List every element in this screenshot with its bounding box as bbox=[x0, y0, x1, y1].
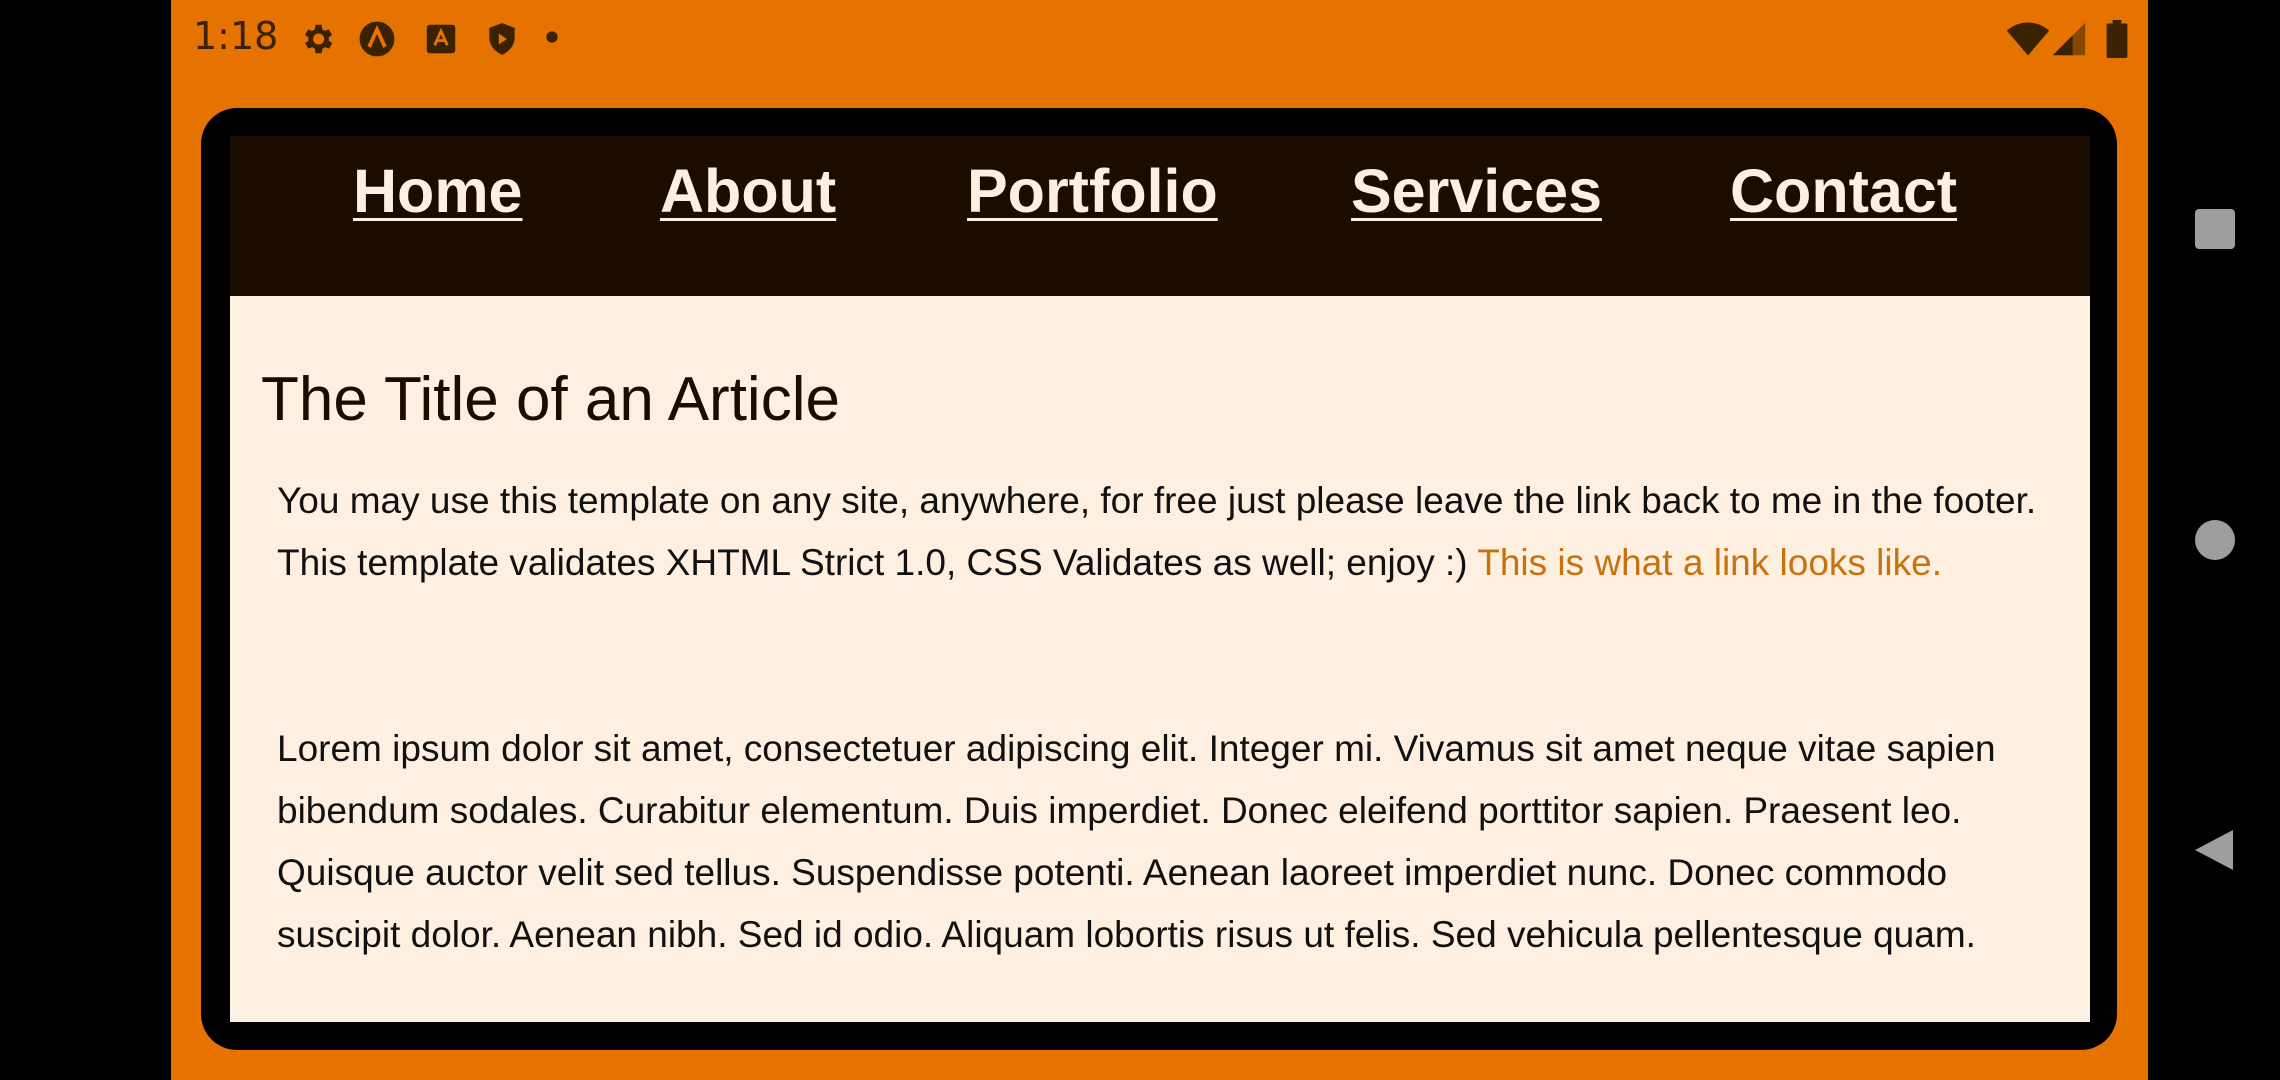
screen: 1:18 Home About Portfolio Services Conta… bbox=[0, 0, 2280, 1080]
status-bar: 1:18 bbox=[171, 0, 2148, 76]
gear-icon bbox=[304, 24, 333, 54]
nav-link-about[interactable]: About bbox=[660, 156, 836, 226]
store-icon bbox=[426, 24, 456, 54]
nav-link-home[interactable]: Home bbox=[353, 156, 522, 226]
app-a-icon bbox=[359, 21, 395, 57]
battery-icon bbox=[2106, 20, 2128, 58]
top-navigation: Home About Portfolio Services Contact bbox=[230, 136, 2090, 296]
article-title: The Title of an Article bbox=[261, 365, 840, 434]
nav-link-portfolio[interactable]: Portfolio bbox=[967, 156, 1218, 226]
recents-icon[interactable] bbox=[2193, 207, 2237, 251]
example-link[interactable]: This is what a link looks like. bbox=[1477, 542, 1942, 583]
shield-play-icon bbox=[489, 23, 515, 55]
article-paragraph-intro: You may use this template on any site, a… bbox=[277, 470, 2067, 594]
article-paragraph-lorem: Lorem ipsum dolor sit amet, consectetuer… bbox=[277, 728, 1996, 955]
dot-icon bbox=[546, 31, 558, 43]
nav-link-services[interactable]: Services bbox=[1351, 156, 1602, 226]
status-time: 1:18 bbox=[193, 14, 279, 58]
signal-icon bbox=[2052, 22, 2086, 56]
app-area: 1:18 Home About Portfolio Services Conta… bbox=[171, 0, 2148, 1080]
browser-frame: Home About Portfolio Services Contact Th… bbox=[201, 108, 2117, 1050]
back-icon[interactable] bbox=[2193, 828, 2237, 872]
nav-link-contact[interactable]: Contact bbox=[1730, 156, 1957, 226]
system-navigation-bar bbox=[2148, 0, 2280, 1080]
web-page[interactable]: Home About Portfolio Services Contact Th… bbox=[230, 136, 2090, 1022]
home-icon[interactable] bbox=[2193, 518, 2237, 562]
wifi-icon bbox=[2006, 22, 2050, 56]
